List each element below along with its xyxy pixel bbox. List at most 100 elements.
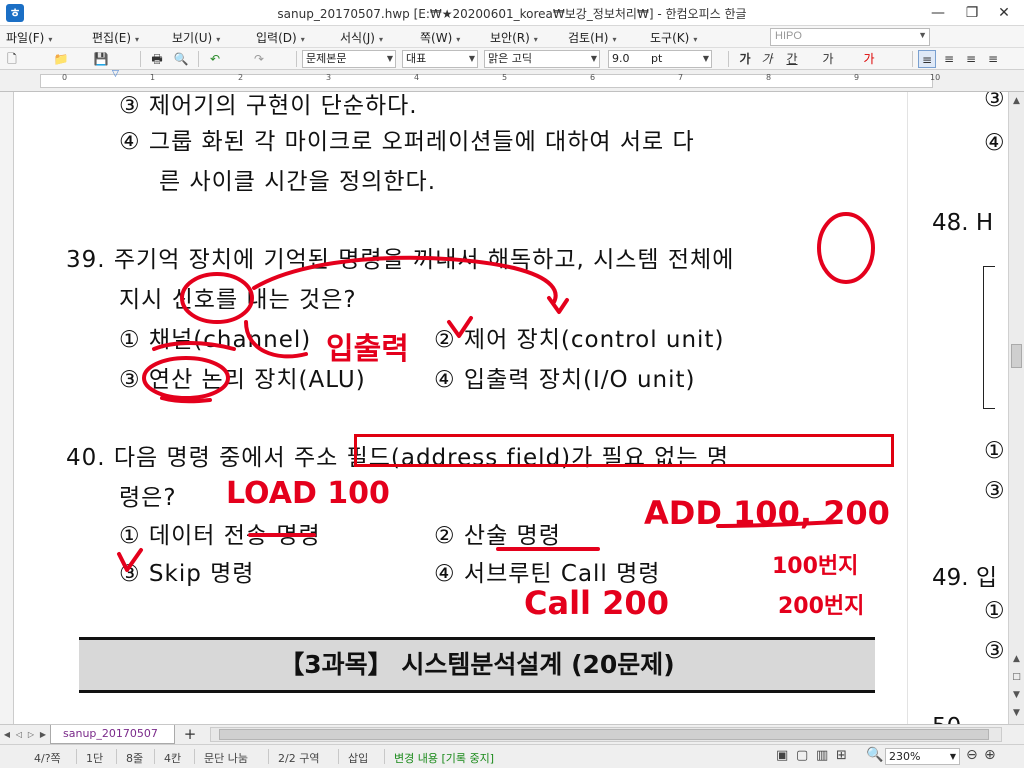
font-combo[interactable]: 맑은 고딕 ▼ <box>484 50 600 68</box>
zoom-search-icon[interactable]: 🔍 <box>866 747 883 763</box>
hscroll-thumb[interactable] <box>219 729 989 740</box>
scroll-down-icon[interactable]: ▼ <box>1010 706 1023 720</box>
right-marker: ① <box>984 598 1005 624</box>
status-column: 1단 <box>86 752 104 765</box>
status-bar: 4/?쪽 1단 8줄 4칸 문단 나눔 2/2 구역 삽입 변경 내용 [기록 … <box>0 744 1024 768</box>
title-bar: ㅎ sanup_20170507.hwp [E:₩★20200601_korea… <box>0 0 1024 26</box>
status-char: 4칸 <box>164 752 182 765</box>
view-normal-icon[interactable]: ▣ <box>776 748 788 763</box>
chevron-down-icon[interactable]: ▼ <box>918 30 927 40</box>
font-type-combo[interactable]: 대표 ▼ <box>402 50 478 68</box>
underline-button[interactable]: 간 <box>782 50 802 68</box>
open-folder-icon[interactable]: 📁 <box>52 50 70 68</box>
page-up-icon[interactable]: ▲ <box>1010 652 1023 666</box>
font-color-button[interactable]: 가 <box>860 50 878 68</box>
align-left-icon[interactable]: ≡ <box>940 50 958 68</box>
minimize-button[interactable]: — <box>922 0 954 26</box>
handwriting-ann2: 200번지 <box>778 594 865 619</box>
horizontal-ruler[interactable]: 0 1 2 3 4 5 6 7 8 9 10 ▽ <box>0 69 1024 92</box>
status-insert-mode[interactable]: 삽입 <box>348 750 368 766</box>
search-combo[interactable]: HIPO ▼ <box>770 28 930 46</box>
page-down-icon[interactable]: ▼ <box>1010 688 1023 702</box>
handwriting-io: 입출력 <box>326 332 409 367</box>
document-page[interactable]: ③ 제어기의 구현이 단순하다. ④ 그룹 화된 각 마이크로 오퍼레이션들에 … <box>14 92 1008 724</box>
view-two-page-icon[interactable]: ▥ <box>816 748 828 763</box>
zoom-combo[interactable]: 230% ▼ <box>885 748 960 765</box>
ink-stroke <box>160 396 212 404</box>
option-40-3: ③ Skip 명령 <box>119 561 255 587</box>
zoom-in-icon[interactable]: ⊕ <box>984 747 996 763</box>
menu-file[interactable]: 파일(F) ▾ <box>6 29 52 46</box>
ruler-number: 4 <box>414 73 420 82</box>
restore-button[interactable]: ❐ <box>956 0 988 26</box>
undo-icon[interactable]: ↶ <box>206 50 224 68</box>
doc-line: 령은? <box>119 485 177 511</box>
ruler-number: 7 <box>678 73 684 82</box>
option-40-1: ① 데이터 전송 명령 <box>119 523 321 549</box>
option-39-2: ② 제어 장치(control unit) <box>434 327 725 353</box>
bold-button[interactable]: 가 <box>738 50 752 68</box>
print-icon[interactable]: 🖶 <box>148 50 166 68</box>
handwriting-load: LOAD 100 <box>226 476 390 511</box>
scroll-thumb[interactable] <box>1011 344 1022 368</box>
prev-tab-icon[interactable]: ◁ <box>14 728 24 742</box>
next-tab-icon[interactable]: ▷ <box>26 728 36 742</box>
status-section[interactable]: 2/2 구역 <box>278 750 319 766</box>
first-tab-icon[interactable]: ◀ <box>2 728 12 742</box>
view-page-icon[interactable]: ▢ <box>796 748 808 763</box>
view-fit-icon[interactable]: ⊞ <box>836 748 847 763</box>
question-49: 49. 입 <box>932 565 998 591</box>
align-center-icon[interactable]: ≡ <box>962 50 980 68</box>
handwriting-ann1: 100번지 <box>772 554 859 579</box>
menu-tools[interactable]: 도구(K) ▾ <box>650 29 697 46</box>
scroll-up-icon[interactable]: ▲ <box>1010 94 1023 108</box>
menu-review[interactable]: 검토(H) ▾ <box>568 29 616 46</box>
new-document-icon[interactable]: 🗋 <box>4 50 20 68</box>
doc-line: 지시 신호를 내는 것은? <box>119 287 357 313</box>
window-title: sanup_20170507.hwp [E:₩★20200601_korea₩보… <box>277 7 747 21</box>
add-tab-button[interactable]: + <box>180 726 200 743</box>
highlight-box <box>354 434 894 467</box>
circle-jeonche <box>817 212 875 284</box>
vertical-ruler[interactable] <box>0 92 14 724</box>
question-48: 48. H <box>932 210 994 236</box>
doc-line: ③ 제어기의 구현이 단순하다. <box>119 93 418 119</box>
ruler-number: 2 <box>238 73 244 82</box>
menu-security[interactable]: 보안(R) ▾ <box>490 29 538 46</box>
status-track-changes[interactable]: 변경 내용 [기록 중지] <box>394 750 494 766</box>
doc-line: ④ 그룹 화된 각 마이크로 오퍼레이션들에 대하여 서로 다 <box>119 129 695 155</box>
save-icon[interactable]: 💾 <box>92 50 110 68</box>
strike-button[interactable]: 가 <box>818 50 838 68</box>
vertical-scrollbar[interactable]: ▲ ▲ □ ▼ ▼ <box>1008 92 1024 724</box>
print-preview-icon[interactable]: 🔍 <box>172 50 190 68</box>
right-marker: ③ <box>984 638 1005 664</box>
formatting-toolbar: 🗋 📁 💾 🖶 🔍 ↶ ↷ 문제본문 ▼ 대표 ▼ 맑은 고딕 ▼ 9.0 pt ▼ 가… <box>0 48 1024 70</box>
menu-page[interactable]: 쪽(W) ▾ <box>420 29 460 46</box>
ruler-number: 10 <box>930 73 941 82</box>
document-tab-bar: ◀ ◁ ▷ ▶ sanup_20170507 + <box>0 724 1024 744</box>
align-right-icon[interactable]: ≡ <box>984 50 1002 68</box>
page-icon[interactable]: □ <box>1010 670 1023 684</box>
option-39-4: ④ 입출력 장치(I/O unit) <box>434 367 696 393</box>
menu-edit[interactable]: 편집(E) ▾ <box>92 29 139 46</box>
menu-view[interactable]: 보기(U) ▾ <box>172 29 220 46</box>
ruler-number: 8 <box>766 73 772 82</box>
status-break: 문단 나눔 <box>204 752 248 765</box>
indent-marker-icon[interactable]: ▽ <box>112 69 119 79</box>
last-tab-icon[interactable]: ▶ <box>38 728 48 742</box>
menu-insert[interactable]: 입력(D) ▾ <box>256 29 305 46</box>
align-justify-icon[interactable]: ≡ <box>918 50 936 68</box>
right-marker: ③ <box>984 478 1005 504</box>
ruler-number: 5 <box>502 73 508 82</box>
italic-button[interactable]: 가 <box>760 50 774 68</box>
document-tab[interactable]: sanup_20170507 <box>50 725 175 744</box>
horizontal-scrollbar[interactable] <box>210 727 1002 742</box>
menu-format[interactable]: 서식(J) ▾ <box>340 29 383 46</box>
question-39: 39. 주기억 장치에 기억된 명령을 꺼내서 해독하고, 시스템 전체에 <box>66 247 735 273</box>
close-button[interactable]: ✕ <box>988 0 1020 26</box>
style-combo[interactable]: 문제본문 ▼ <box>302 50 396 68</box>
redo-icon[interactable]: ↷ <box>250 50 268 68</box>
status-page[interactable]: 4/?쪽 <box>34 750 61 766</box>
font-size-combo[interactable]: 9.0 pt ▼ <box>608 50 712 68</box>
zoom-out-icon[interactable]: ⊖ <box>966 747 978 763</box>
